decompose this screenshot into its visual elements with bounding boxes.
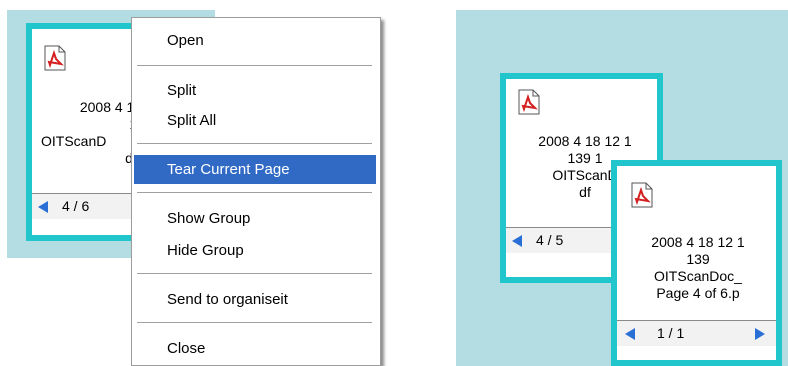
page-indicator: 4 / 5 xyxy=(536,232,564,248)
menu-separator xyxy=(137,143,372,145)
pdf-icon xyxy=(631,182,653,208)
page-indicator: 4 / 6 xyxy=(62,198,90,214)
menu-item-show-group[interactable]: Show Group xyxy=(134,204,376,233)
page-indicator: 1 / 1 xyxy=(657,325,685,341)
menu-item-split[interactable]: Split xyxy=(134,76,376,105)
menu-item-hide-group[interactable]: Hide Group xyxy=(134,236,376,265)
menu-separator xyxy=(137,273,372,275)
prev-arrow-icon[interactable] xyxy=(38,201,48,213)
title-line: 2008 4 18 12 1 xyxy=(651,234,745,250)
context-menu: Open Split Split All Tear Current Page S… xyxy=(131,17,381,366)
menu-item-send-to-organiseit[interactable]: Send to organiseit xyxy=(134,285,376,314)
title-line: 2008 4 18 12 1 xyxy=(538,133,632,149)
menu-separator xyxy=(137,192,372,194)
title-line: OITScanDoc_ xyxy=(654,268,742,284)
title-line: 139 xyxy=(686,251,710,267)
torn-page-card[interactable]: 2008 4 18 12 1 139 OITScanDoc_ Page 4 of… xyxy=(611,160,782,366)
pdf-icon xyxy=(44,45,66,71)
menu-item-split-all[interactable]: Split All xyxy=(134,106,376,135)
menu-item-close[interactable]: Close xyxy=(134,334,376,363)
menu-separator xyxy=(137,322,372,324)
prev-arrow-icon[interactable] xyxy=(512,235,522,247)
title-line: Page 4 of 6.p xyxy=(656,285,740,301)
prev-arrow-icon[interactable] xyxy=(625,328,635,340)
menu-item-tear-current-page[interactable]: Tear Current Page xyxy=(134,155,376,184)
menu-separator xyxy=(137,65,372,67)
next-arrow-icon[interactable] xyxy=(755,328,765,340)
document-title: 2008 4 18 12 1 139 OITScanDoc_ Page 4 of… xyxy=(625,234,771,302)
menu-item-open[interactable]: Open xyxy=(134,26,376,55)
pdf-icon xyxy=(518,89,540,115)
page-navigator: 1 / 1 xyxy=(617,320,776,346)
